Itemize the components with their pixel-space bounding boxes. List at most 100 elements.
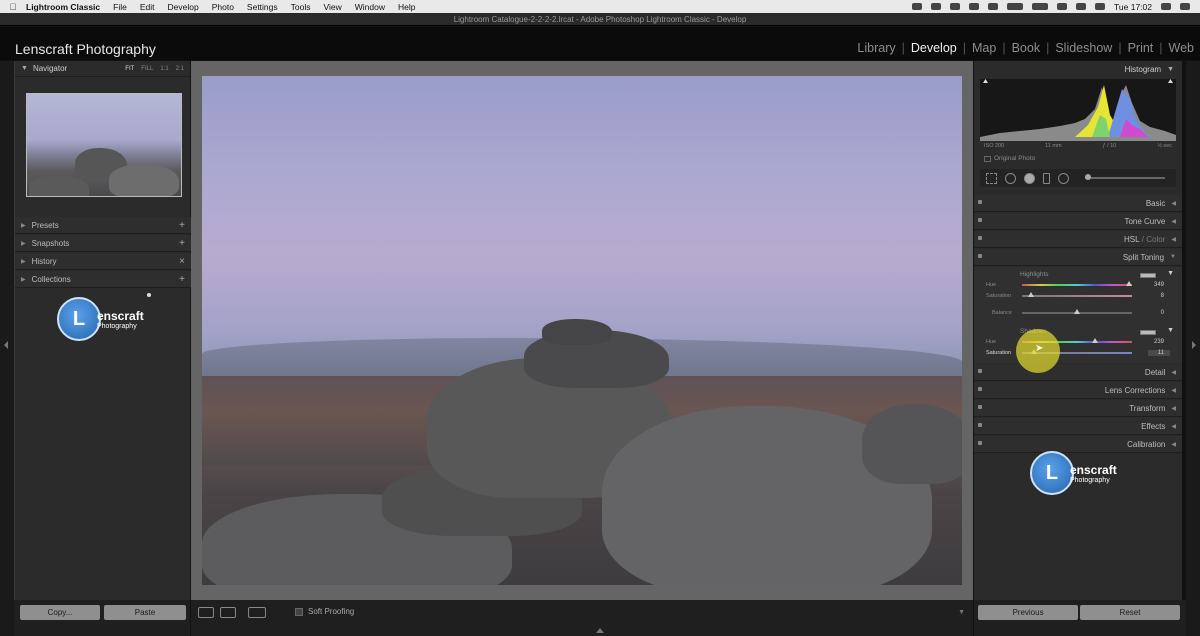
menu-develop[interactable]: Develop <box>168 2 199 12</box>
module-map[interactable]: Map <box>972 41 996 55</box>
spotlight-icon[interactable] <box>1161 3 1171 10</box>
module-print[interactable]: Print <box>1128 41 1154 55</box>
menu-window[interactable]: Window <box>355 2 385 12</box>
menu-edit[interactable]: Edit <box>140 2 155 12</box>
apple-menu-icon[interactable]:  <box>0 2 26 12</box>
menu-photo[interactable]: Photo <box>212 2 234 12</box>
left-panel-edge[interactable] <box>0 61 14 636</box>
disclosure-triangle-icon[interactable]: ◀ <box>1171 441 1176 448</box>
section-label[interactable]: HSL <box>1124 235 1140 244</box>
radial-filter-tool-icon[interactable] <box>1058 172 1069 184</box>
right-panel-edge[interactable] <box>1186 61 1200 636</box>
collections-section[interactable]: ▶ Collections + <box>15 271 191 288</box>
status-badge-icon[interactable] <box>1032 3 1049 10</box>
slider-knob[interactable] <box>1027 292 1034 297</box>
slider-knob[interactable] <box>1074 309 1080 314</box>
module-book[interactable]: Book <box>1012 41 1041 55</box>
disclosure-triangle-icon[interactable]: ▼ <box>1170 254 1176 260</box>
zoom-fill[interactable]: FILL <box>141 66 153 72</box>
wifi-icon[interactable] <box>1076 3 1087 10</box>
disclosure-triangle-icon[interactable]: ▼ <box>1167 66 1174 73</box>
slider-value[interactable]: 0 <box>1148 310 1170 316</box>
disclosure-triangle-icon[interactable]: ▶ <box>21 258 26 265</box>
loupe-view-icon[interactable] <box>198 607 214 618</box>
effects-section[interactable]: Effects ◀ <box>974 418 1182 435</box>
status-icon[interactable] <box>969 3 980 10</box>
highlights-saturation-slider[interactable] <box>1022 292 1132 297</box>
previous-button[interactable]: Previous <box>978 605 1078 620</box>
panel-switch-icon[interactable] <box>978 387 982 391</box>
panel-switch-icon[interactable] <box>978 218 982 222</box>
highlights-hue-slider[interactable] <box>1022 281 1132 286</box>
soft-proofing-toggle[interactable]: Soft Proofing <box>295 607 354 616</box>
history-section[interactable]: ▶ History × <box>15 253 191 270</box>
split-toning-section[interactable]: Split Toning ▼ <box>974 249 1182 266</box>
paste-settings-button[interactable]: Paste <box>104 605 186 620</box>
disclosure-triangle-icon[interactable]: ◀ <box>1171 405 1176 412</box>
panel-switch-icon[interactable] <box>978 200 982 204</box>
shadows-color-swatch[interactable] <box>1140 330 1156 335</box>
volume-icon[interactable] <box>1095 3 1106 10</box>
shadows-picker-arrow-icon[interactable]: ▼ <box>1167 327 1174 334</box>
before-after-toggle-icon[interactable] <box>248 607 266 618</box>
copy-settings-button[interactable]: Copy... <box>20 605 100 620</box>
disclosure-triangle-icon[interactable]: ▶ <box>21 276 26 283</box>
disclosure-triangle-icon[interactable]: ▶ <box>21 240 26 247</box>
add-preset-icon[interactable]: + <box>179 220 185 231</box>
menu-app-name[interactable]: Lightroom Classic <box>26 2 100 12</box>
module-library[interactable]: Library <box>857 41 895 55</box>
disclosure-triangle-icon[interactable]: ◀ <box>1171 423 1176 430</box>
main-photo[interactable] <box>202 76 962 585</box>
slider-value[interactable]: 349 <box>1148 282 1170 288</box>
menu-help[interactable]: Help <box>398 2 415 12</box>
histogram-header[interactable]: Histogram ▼ <box>974 61 1182 77</box>
collapse-left-arrow-icon[interactable] <box>4 341 8 349</box>
highlights-color-swatch[interactable] <box>1140 273 1156 278</box>
panel-switch-icon[interactable] <box>978 254 982 258</box>
notification-center-icon[interactable] <box>1180 3 1190 10</box>
filmstrip-toggle-arrow-icon[interactable] <box>596 628 604 633</box>
slider-knob[interactable] <box>1091 338 1098 343</box>
detail-section[interactable]: Detail ◀ <box>974 364 1182 381</box>
panel-switch-icon[interactable] <box>978 405 982 409</box>
status-icon[interactable] <box>950 3 961 10</box>
reset-button[interactable]: Reset <box>1080 605 1180 620</box>
zoom-2to1[interactable]: 2:1 <box>176 66 184 72</box>
menubar-clock[interactable]: Tue 17:02 <box>1114 2 1152 12</box>
highlights-picker-arrow-icon[interactable]: ▼ <box>1167 270 1174 277</box>
menu-tools[interactable]: Tools <box>291 2 311 12</box>
module-web[interactable]: Web <box>1169 41 1194 55</box>
zoom-1to1[interactable]: 1:1 <box>160 66 168 72</box>
navigator-header[interactable]: ▼ Navigator FIT FILL 1:1 2:1 <box>15 61 190 77</box>
slider-knob[interactable] <box>1125 281 1132 286</box>
panel-switch-icon[interactable] <box>978 441 982 445</box>
disclosure-triangle-icon[interactable]: ◀ <box>1171 369 1176 376</box>
section-label-secondary[interactable]: Color <box>1146 235 1165 244</box>
clear-history-icon[interactable]: × <box>179 256 185 267</box>
panel-switch-icon[interactable] <box>978 236 982 240</box>
disclosure-triangle-icon[interactable]: ◀ <box>1171 218 1176 225</box>
status-icon[interactable] <box>931 3 942 10</box>
disclosure-triangle-icon[interactable]: ◀ <box>1171 200 1176 207</box>
disclosure-triangle-icon[interactable]: ▶ <box>21 222 26 229</box>
slider-value[interactable]: 11 <box>1148 350 1170 356</box>
balance-slider[interactable] <box>1022 309 1132 314</box>
hsl-color-section[interactable]: HSL / Color ◀ <box>974 231 1182 248</box>
soft-proofing-checkbox[interactable] <box>295 607 303 616</box>
slider-value[interactable]: 8 <box>1148 293 1170 299</box>
snapshots-section[interactable]: ▶ Snapshots + <box>15 235 191 252</box>
transform-section[interactable]: Transform ◀ <box>974 400 1182 417</box>
presets-section[interactable]: ▶ Presets + <box>15 217 191 234</box>
status-icon[interactable] <box>1057 3 1068 10</box>
add-snapshot-icon[interactable]: + <box>179 238 185 249</box>
module-develop[interactable]: Develop <box>911 41 957 55</box>
slider-value[interactable]: 239 <box>1148 339 1170 345</box>
module-slideshow[interactable]: Slideshow <box>1055 41 1112 55</box>
menu-view[interactable]: View <box>323 2 341 12</box>
crop-tool-icon[interactable] <box>986 172 997 184</box>
graduated-filter-tool-icon[interactable] <box>1043 172 1050 184</box>
collapse-right-arrow-icon[interactable] <box>1192 341 1196 349</box>
image-canvas[interactable] <box>191 61 973 600</box>
disclosure-triangle-icon[interactable]: ▼ <box>21 65 28 72</box>
zoom-fit[interactable]: FIT <box>125 66 134 72</box>
